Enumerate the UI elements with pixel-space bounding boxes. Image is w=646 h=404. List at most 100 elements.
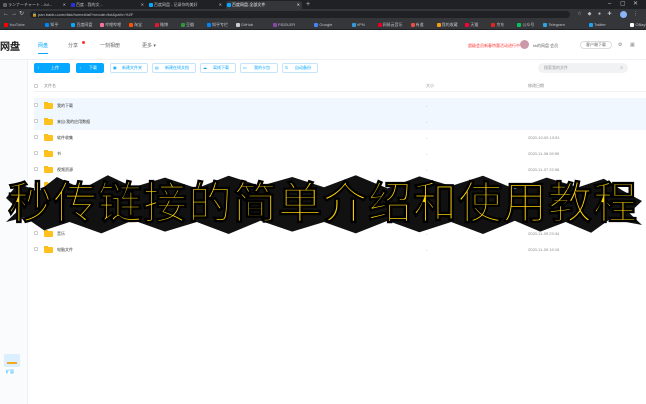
bookmark-favicon-icon (465, 23, 470, 27)
back-icon[interactable]: ← (3, 9, 9, 20)
bookmark-item[interactable]: OBayScore (630, 20, 646, 30)
new-doc-button[interactable]: ▤ 新建在线文档 (152, 63, 196, 73)
bookmark-favicon-icon (129, 23, 133, 27)
close-icon[interactable]: ✕ (297, 1, 300, 9)
address-bar-row: ← → ↻ 🔒 pan.baidu.com/disk/home#/all?vmo… (0, 9, 646, 20)
extension-icon[interactable]: ● (596, 11, 603, 18)
bookmark-item[interactable]: Google (314, 20, 332, 30)
minimize-icon[interactable]: – (608, 0, 611, 9)
tab-share[interactable]: 分享 (68, 42, 78, 49)
select-all-checkbox[interactable] (34, 84, 38, 88)
row-checkbox[interactable] (34, 151, 38, 155)
forward-icon[interactable]: → (11, 9, 17, 20)
row-checkbox[interactable] (34, 247, 38, 251)
row-checkbox[interactable] (34, 119, 38, 123)
maximize-icon[interactable]: ▢ (620, 0, 626, 9)
bookmark-favicon-icon (630, 23, 635, 27)
new-folder-button[interactable]: ▣ 新建文件夹 (110, 63, 148, 73)
bookmark-item[interactable]: 我的收藏 (436, 20, 458, 30)
bookmark-item[interactable]: 网易云音乐 (377, 20, 403, 30)
bookmark-item[interactable]: FIDDLER (273, 20, 295, 30)
search-icon[interactable]: ⌕ (620, 63, 623, 73)
file-row[interactable]: 来自:我的应用数据 - (34, 114, 646, 130)
file-row[interactable]: 软件收集 - 2020-10-05 13:51 (34, 130, 646, 146)
auto-backup-button[interactable]: ↻ 自动备份 (282, 63, 318, 73)
user-avatar[interactable] (520, 40, 529, 49)
window-close-icon[interactable]: ✕ (633, 0, 638, 9)
bookmark-item[interactable]: 豆瓣 (181, 20, 194, 30)
search-input[interactable]: 搜索我的文件 ⌕ (538, 63, 628, 73)
row-checkbox[interactable] (34, 135, 38, 139)
file-name[interactable]: 来自:我的应用数据 (57, 114, 90, 130)
browser-tab-3[interactable]: 百度网盘 - 记录你的美好 ✕ (148, 1, 224, 9)
settings-icon[interactable]: ⚙ (618, 42, 622, 48)
column-date[interactable]: 修改日期 (528, 80, 544, 92)
promo-link[interactable]: 超级会员新春特惠活动进行中 (468, 43, 520, 49)
menu-icon[interactable]: ⋮ (632, 11, 639, 18)
bookmark-item[interactable]: 天猫 (465, 20, 478, 30)
extension-icon[interactable]: ◆ (586, 11, 593, 18)
bookmark-item[interactable]: VPN (351, 20, 365, 30)
bookmark-item[interactable]: 哔哩哔哩 (100, 20, 121, 30)
browser-tab-4-active[interactable]: 百度网盘-全部文件 ✕ (226, 1, 302, 9)
bookmark-item[interactable]: Telegram (543, 20, 565, 30)
toolbar: ↑ 上传 ↓ 下载 ▣ 新建文件夹 ▤ 新建在线文档 ☁ 离线下载 ▭ 我的卡包… (0, 60, 646, 80)
bookmark-item[interactable]: 淘宝 (129, 20, 142, 30)
bookmark-item[interactable]: GitHub (235, 20, 253, 30)
bookmark-favicon-icon (4, 23, 8, 27)
card-pack-button[interactable]: ▭ 我的卡包 (240, 63, 278, 73)
title-banner: 秒传链接的简单介绍和使用教程 (0, 174, 646, 234)
file-size: - (426, 135, 428, 140)
offline-download-button[interactable]: ☁ 离线下载 (200, 63, 236, 73)
file-name[interactable]: 软件收集 (57, 130, 73, 146)
lock-icon: 🔒 (32, 12, 37, 17)
column-name[interactable]: 文件名 (44, 80, 56, 92)
bookmark-favicon-icon (589, 23, 593, 27)
upload-button[interactable]: ↑ 上传 (34, 63, 70, 73)
browser-tab-1[interactable]: ランナーチャート - Jul... ✕ (2, 1, 68, 9)
close-icon[interactable]: ✕ (141, 1, 144, 9)
profile-avatar[interactable] (620, 11, 627, 18)
grid-menu-icon[interactable]: ▦ (630, 42, 635, 48)
tab-more[interactable]: 更多 ▾ (142, 42, 156, 49)
bookmark-item[interactable]: 有道 (410, 20, 424, 30)
user-name[interactable]: kk的网盘 会员 (533, 43, 558, 49)
bookmark-item[interactable]: 知乎 (45, 20, 58, 30)
star-icon[interactable]: ☆ (576, 11, 583, 18)
browser-tab-2[interactable]: 百度 - 我的文... ✕ (70, 1, 146, 9)
file-name[interactable]: 我的下载 (57, 98, 73, 114)
bookmark-favicon-icon (314, 23, 319, 27)
file-name[interactable]: 电脑文件 (57, 242, 73, 258)
bookmark-favicon-icon (235, 23, 240, 27)
bookmark-favicon-icon (543, 23, 548, 27)
download-button[interactable]: ↓ 下载 (76, 63, 104, 73)
reload-icon[interactable]: ↻ (19, 9, 24, 20)
url-field[interactable]: 🔒 pan.baidu.com/disk/home#/all?vmode=lis… (30, 11, 570, 18)
close-icon[interactable]: ✕ (219, 1, 222, 9)
new-tab-button[interactable]: + (306, 0, 310, 9)
bookmark-favicon-icon (377, 23, 382, 27)
app-logo: 网盘 (0, 42, 20, 53)
file-row[interactable]: 电脑文件 - 2020-11-09 19:15 (34, 242, 646, 258)
file-row[interactable]: 我的下载 - (34, 98, 646, 114)
bookmark-item[interactable]: 京东 (491, 20, 504, 30)
client-download-button[interactable]: 客户端下载 (580, 41, 612, 49)
expand-storage-button[interactable]: 扩容 (2, 354, 22, 376)
bookmark-item[interactable]: 微博 (155, 20, 168, 30)
bookmark-item[interactable]: 公众号 (517, 20, 534, 30)
close-icon[interactable]: ✕ (63, 1, 66, 9)
folder-icon (44, 134, 53, 141)
column-size[interactable]: 大小 (426, 80, 434, 92)
row-checkbox[interactable] (34, 103, 38, 107)
tab-album[interactable]: 一刻相册 (100, 42, 120, 49)
app-header: 网盘 网盘 分享 一刻相册 更多 ▾ 超级会员新春特惠活动进行中 kk的网盘 会… (0, 30, 646, 60)
tab-netdisk[interactable]: 网盘 (38, 42, 49, 54)
bookmark-item[interactable]: 百度网盘 (71, 20, 92, 30)
file-row[interactable]: 书 - 2020-11-08 09:59 (34, 146, 646, 162)
bookmark-item[interactable]: 知乎专栏 (207, 20, 228, 30)
file-name[interactable]: 书 (57, 146, 61, 162)
puzzle-icon[interactable]: ✚ (606, 11, 613, 18)
row-checkbox[interactable] (34, 167, 38, 171)
bookmark-item[interactable]: Twitter (589, 20, 606, 30)
bookmark-item[interactable]: YouTube (4, 20, 25, 30)
